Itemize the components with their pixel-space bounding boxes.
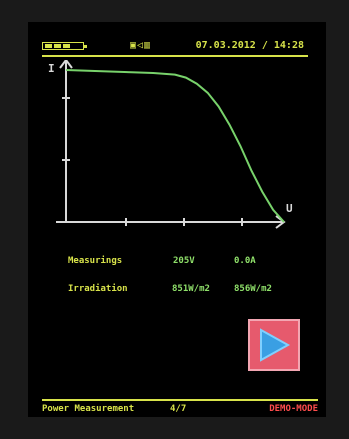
measurings-label: Measurings xyxy=(68,256,123,266)
irradiation-value-2: 856W/m2 xyxy=(234,284,272,294)
irradiation-label: Irradiation xyxy=(68,284,128,294)
bottom-divider xyxy=(42,399,318,401)
x-axis-label: U xyxy=(286,202,293,215)
irradiation-value-1: 851W/m2 xyxy=(172,284,210,294)
status-icons: ▣◁▥ xyxy=(130,40,152,51)
play-icon xyxy=(260,328,291,362)
screen-title: Power Measurement xyxy=(42,404,135,414)
start-measurement-button[interactable] xyxy=(248,319,300,371)
measured-voltage: 205V xyxy=(173,256,195,266)
mode-indicator: DEMO-MODE xyxy=(269,404,318,414)
footer-bar: Power Measurement 4/7 DEMO-MODE xyxy=(42,404,318,418)
y-axis-label: I xyxy=(48,62,55,75)
page-indicator: 4/7 xyxy=(170,404,187,414)
status-bar: ▣◁▥ 07.03.2012 / 14:28 xyxy=(42,40,304,54)
top-divider xyxy=(42,55,308,57)
device-screen: ▣◁▥ 07.03.2012 / 14:28 I U Measurings 20… xyxy=(28,22,326,417)
battery-icon xyxy=(42,42,87,50)
measured-current: 0.0A xyxy=(234,256,256,266)
datetime: 07.03.2012 / 14:28 xyxy=(195,40,304,51)
iv-curve-chart: I U xyxy=(48,60,293,229)
iv-curve-line xyxy=(65,69,285,223)
